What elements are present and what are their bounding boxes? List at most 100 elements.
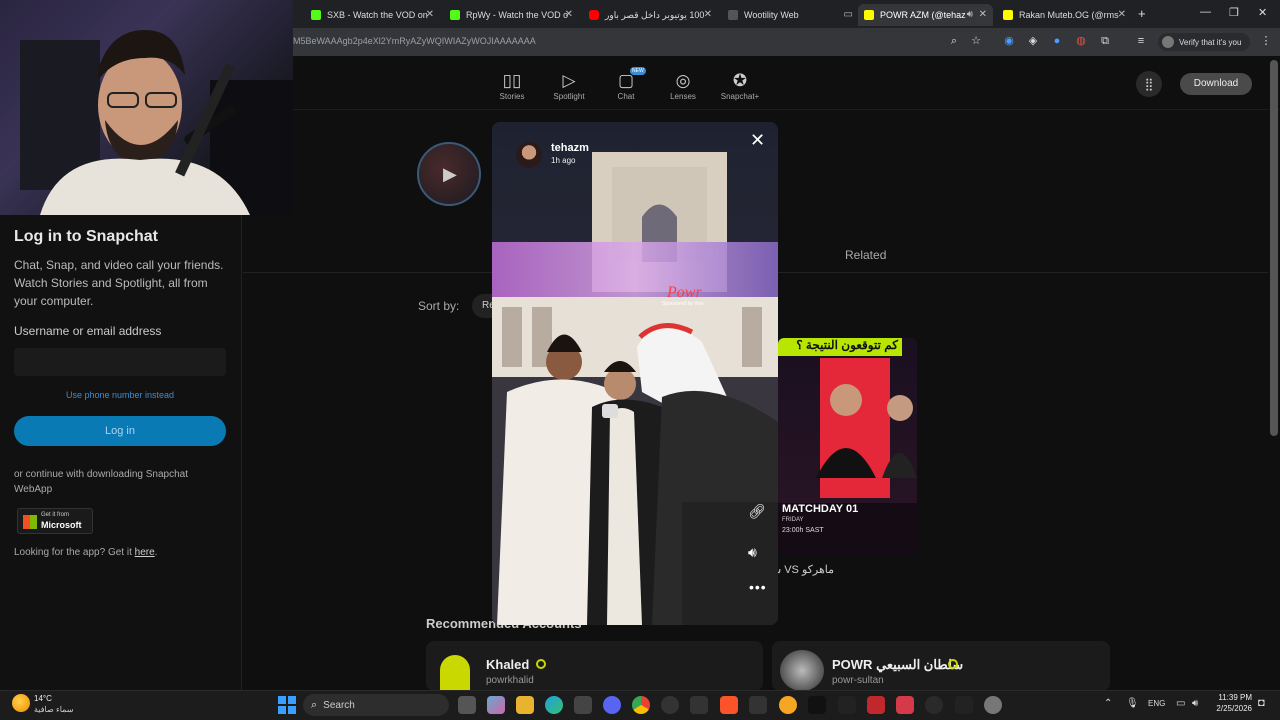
tab-powr-azm[interactable]: POWR AZM (@tehaz 🔊︎ ✕ — [858, 4, 993, 26]
bookmark-star-icon[interactable]: ☆ — [969, 34, 983, 48]
close-icon[interactable]: ✕ — [704, 9, 712, 20]
volume-icon[interactable]: 🔊︎ — [1192, 698, 1198, 709]
app-icon[interactable] — [838, 696, 856, 714]
settings-gear-icon[interactable] — [984, 696, 1002, 714]
nav-stories[interactable]: ▯▯ Stories — [482, 70, 542, 101]
username-input[interactable] — [14, 348, 226, 376]
close-window-icon[interactable]: ✕ — [1258, 6, 1267, 19]
windows-start-icon[interactable] — [278, 696, 296, 714]
microphone-icon[interactable]: 🎙︎ — [1126, 698, 1139, 709]
extension-icon[interactable]: ● — [1050, 34, 1064, 48]
story-username[interactable]: tehazm — [551, 142, 589, 154]
speaker-icon[interactable]: 🔊︎ — [967, 9, 973, 20]
kick-icon — [450, 10, 460, 20]
close-icon[interactable]: ✕ — [426, 9, 434, 20]
wootility-icon — [728, 10, 738, 20]
login-button[interactable]: Log in — [14, 416, 226, 446]
chrome-icon[interactable] — [632, 696, 650, 714]
minimize-icon[interactable]: — — [1200, 6, 1211, 18]
extension-icon[interactable]: ◉ — [1002, 34, 1016, 48]
copilot-icon[interactable] — [487, 696, 505, 714]
url-text[interactable]: M5BeWAAAgb2p4eXl2YmRyAZyWQIWIAZyWOJIAAAA… — [293, 36, 536, 46]
tab-title: 100 يوتيوبر داخل قصر باور — [605, 9, 705, 20]
tiktok-icon[interactable] — [808, 696, 826, 714]
tab-related[interactable]: Related — [845, 248, 886, 262]
extension-icon[interactable]: ◍ — [1074, 34, 1088, 48]
kick-icon — [311, 10, 321, 20]
apps-grid-icon[interactable]: ⣿ — [1136, 71, 1162, 97]
edge-icon[interactable] — [545, 696, 563, 714]
verify-profile-button[interactable]: Verify that it's you — [1158, 33, 1250, 51]
story-video-frame[interactable]: Powr Sponsored by Yelo — [492, 122, 778, 625]
search-icon: ⌕ — [311, 698, 318, 711]
microsoft-store-badge[interactable]: Get it from Microsoft — [17, 508, 93, 534]
extension-icon[interactable]: ◈ — [1026, 34, 1040, 48]
tab-rakan[interactable]: Rakan Muteb.OG (@rms ✕ — [997, 4, 1132, 26]
tab-youtube[interactable]: 100 يوتيوبر داخل قصر باور ✕ — [583, 4, 718, 26]
app-icon[interactable] — [896, 696, 914, 714]
steam-icon[interactable] — [661, 696, 679, 714]
close-icon[interactable]: ✕ — [1118, 9, 1126, 20]
account-card-sultan[interactable]: POWR سلطان السبيعي powr-sultan — [772, 641, 1110, 691]
new-badge: NEW — [630, 67, 646, 75]
nav-spotlight[interactable]: ▷ Spotlight — [539, 70, 599, 101]
app-text: Looking for the app? Get it — [14, 547, 135, 558]
account-name: POWR سلطان السبيعي — [832, 657, 964, 672]
notification-icon[interactable]: ◘ — [1258, 697, 1265, 709]
snapchat-plus-icon: ✪ — [732, 71, 748, 90]
close-icon[interactable]: ✕ — [750, 130, 765, 151]
link-icon[interactable]: 🔗︎ — [748, 503, 766, 520]
close-icon[interactable]: ✕ — [565, 9, 573, 20]
media-control-icon[interactable]: ≡ — [1134, 34, 1148, 48]
download-button[interactable]: Download — [1180, 73, 1252, 95]
puzzle-icon[interactable]: ⧉ — [1098, 34, 1112, 48]
zoom-icon[interactable]: ⌕ — [947, 34, 961, 48]
task-view-icon[interactable] — [458, 696, 476, 714]
app-icon[interactable] — [779, 696, 797, 714]
app-icon[interactable] — [867, 696, 885, 714]
app-icon[interactable] — [749, 696, 767, 714]
weather-icon[interactable] — [12, 694, 30, 712]
tab-rpwy[interactable]: RpWy - Watch the VOD o ✕ — [444, 4, 579, 26]
page-scrollbar[interactable] — [1270, 60, 1278, 436]
app-icon[interactable] — [955, 696, 973, 714]
app-here-link[interactable]: here — [135, 547, 155, 558]
spotlight-icon: ▷ — [562, 71, 576, 90]
brave-icon[interactable] — [720, 696, 738, 714]
discord-icon[interactable] — [603, 696, 621, 714]
tab-title: RpWy - Watch the VOD o — [466, 10, 569, 20]
snapchat-icon — [1003, 10, 1013, 20]
account-card-khaled[interactable]: Khaled powrkhalid — [426, 641, 763, 691]
tab-wootility[interactable]: Wootility Web ▭ — [722, 4, 857, 26]
profile-avatar[interactable]: ▶ — [417, 142, 481, 206]
play-icon: ▶ — [443, 164, 457, 184]
weather-temp: 14°C — [34, 694, 52, 703]
clock-time[interactable]: 11:39 PM — [1212, 693, 1252, 702]
file-explorer-icon[interactable] — [516, 696, 534, 714]
story-author-avatar[interactable] — [516, 142, 542, 168]
obs-icon[interactable] — [925, 696, 943, 714]
card-caption: ماهركو VS شا — [769, 564, 834, 576]
network-icon[interactable]: ▭ — [1176, 698, 1185, 709]
volume-icon[interactable]: 🔊︎ — [748, 544, 757, 561]
close-icon[interactable]: ✕ — [979, 9, 987, 20]
more-options-icon[interactable]: ••• — [749, 579, 767, 595]
language-indicator[interactable]: ENG — [1148, 699, 1165, 708]
menu-kebab-icon[interactable]: ⋮ — [1259, 34, 1273, 48]
cast-icon[interactable]: ▭ — [844, 9, 853, 20]
tray-chevron-icon[interactable]: ⌃ — [1104, 698, 1112, 709]
related-video-card[interactable]: كم تتوقعون النتيجة ؟ MATCHDAY 01 FRIDAY … — [778, 338, 917, 556]
maximize-icon[interactable]: ❐ — [1229, 6, 1239, 19]
nav-chat[interactable]: ▢ Chat NEW — [596, 67, 656, 101]
tab-sxb[interactable]: SXB - Watch the VOD on ✕ — [305, 4, 440, 26]
new-tab-icon[interactable]: + — [1138, 6, 1146, 21]
store-icon[interactable] — [574, 696, 592, 714]
nav-snapchat-plus[interactable]: ✪ Snapchat+ — [710, 70, 770, 101]
app-icon[interactable] — [690, 696, 708, 714]
phone-number-link[interactable]: Use phone number instead — [14, 390, 226, 400]
snapchat-icon — [864, 10, 874, 20]
clock-date[interactable]: 2/25/2026 — [1212, 704, 1252, 713]
nav-lenses[interactable]: ◎ Lenses — [653, 70, 713, 101]
taskbar-search[interactable]: ⌕ Search — [303, 694, 449, 716]
account-name: Khaled — [486, 657, 530, 672]
